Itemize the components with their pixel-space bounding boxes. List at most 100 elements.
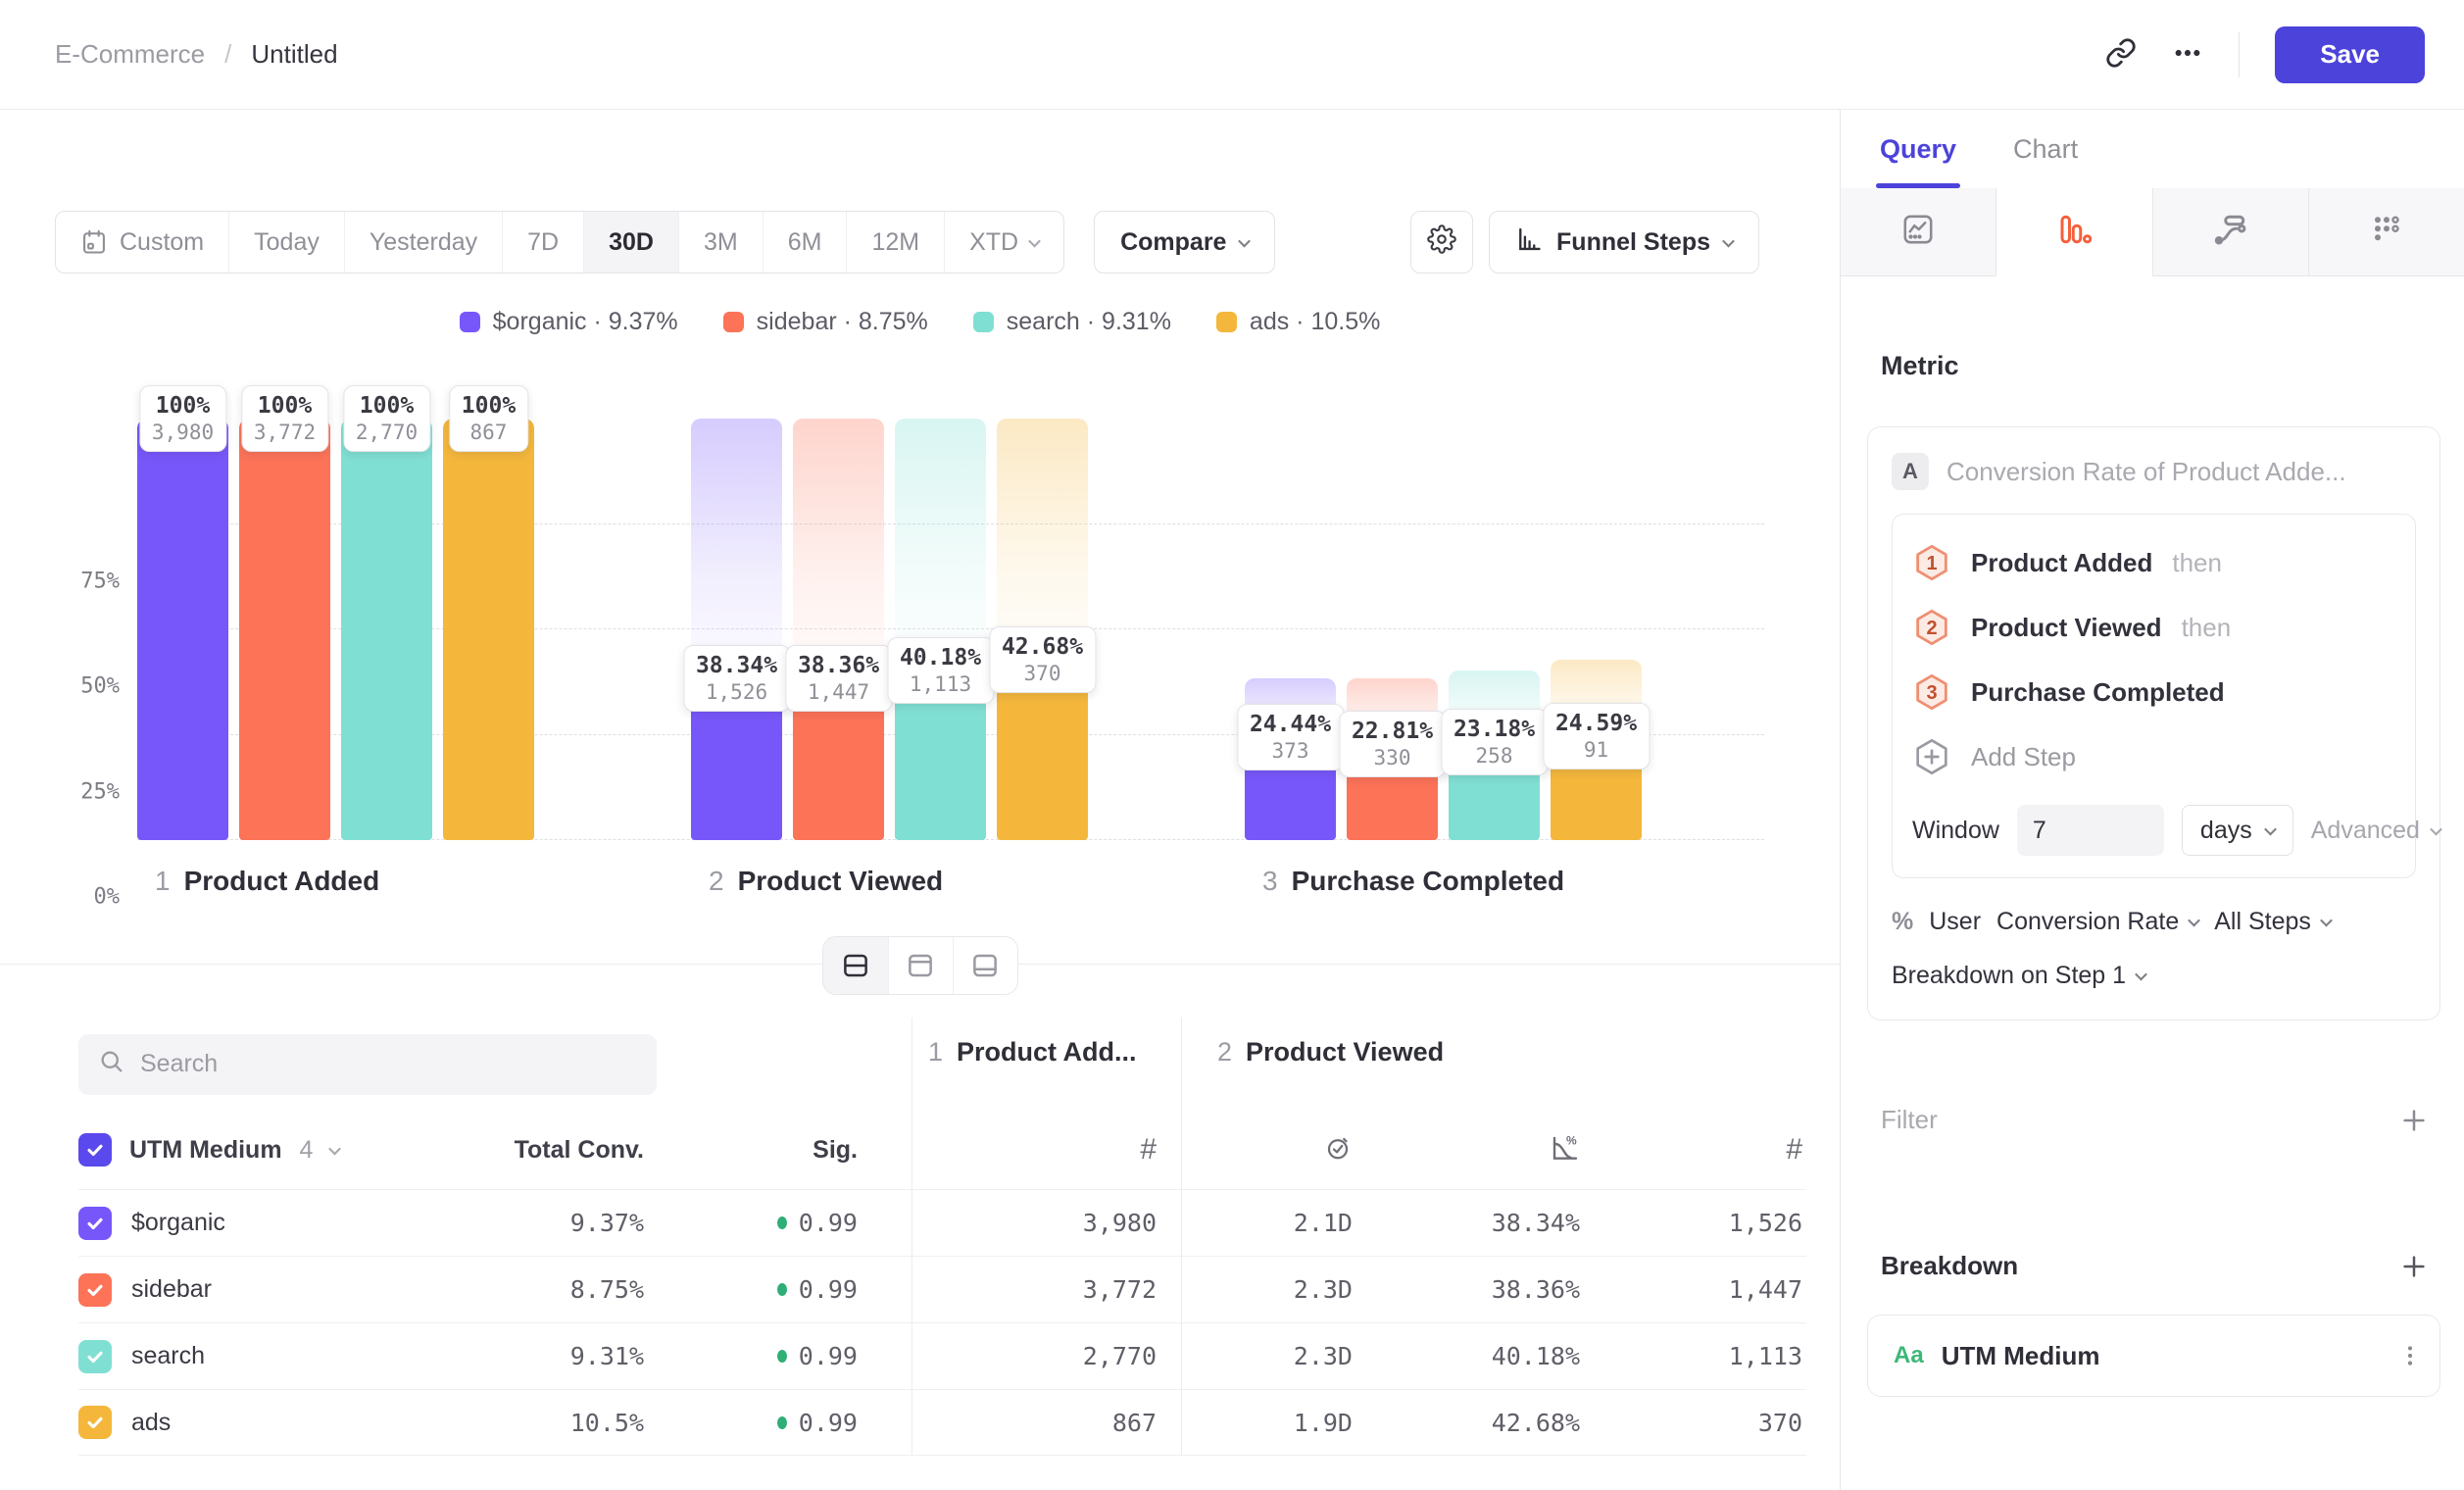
chart-settings-button[interactable] (1410, 211, 1473, 273)
date-range-3m[interactable]: 3M (678, 212, 763, 273)
window-unit-selector[interactable]: days (2182, 805, 2293, 856)
page-title[interactable]: Untitled (251, 39, 337, 70)
measurement-row: % User Conversion Rate All Steps (1892, 908, 2416, 936)
count-metric-icon[interactable]: # (1140, 1133, 1157, 1167)
table-row[interactable]: sidebar 8.75% 0.99 3,772 2.3D 38.36% 1,4… (78, 1256, 1806, 1322)
link-icon (2105, 37, 2137, 72)
date-range-custom[interactable]: Custom (56, 212, 228, 273)
bar-ads-step3[interactable]: 24.59%91 (1551, 419, 1642, 840)
measure-entity[interactable]: User (1929, 908, 1981, 936)
bar-$organic-step2[interactable]: 38.34%1,526 (691, 419, 782, 840)
compare-button[interactable]: Compare (1094, 211, 1275, 273)
bar-sidebar-step1[interactable]: 100%3,772 (239, 419, 330, 840)
window-value-input[interactable] (2017, 805, 2164, 856)
tab-query[interactable]: Query (1880, 110, 1956, 188)
more-menu-button[interactable] (2172, 37, 2203, 72)
tab-funnels[interactable] (1996, 188, 2151, 276)
step1-count: 3,980 (1083, 1209, 1157, 1237)
insights-icon (1900, 212, 1936, 252)
add-step-button[interactable]: Add Step (1912, 724, 2395, 789)
date-range-xtd[interactable]: XTD (944, 212, 1063, 273)
advanced-toggle[interactable]: Advanced (2311, 817, 2440, 845)
date-range-yesterday[interactable]: Yesterday (344, 212, 502, 273)
date-range-12m[interactable]: 12M (846, 212, 944, 273)
sig-header[interactable]: Sig. (813, 1136, 858, 1165)
bar-sidebar-step3[interactable]: 22.81%330 (1347, 419, 1438, 840)
table-row[interactable]: search 9.31% 0.99 2,770 2.3D 40.18% 1,11… (78, 1322, 1806, 1389)
bar-value-label: 42.68%370 (989, 626, 1096, 693)
breakdown-item-menu[interactable] (2396, 1342, 2424, 1369)
legend-item[interactable]: $organic · 9.37% (460, 308, 678, 336)
bar-$organic-step3[interactable]: 24.44%373 (1245, 419, 1336, 840)
add-breakdown-button[interactable] (2399, 1252, 2429, 1281)
y-axis-tick: 50% (59, 674, 120, 699)
svg-text:2: 2 (1926, 618, 1937, 639)
step-axis-label: 3Purchase Completed (1245, 866, 1642, 897)
date-range-today[interactable]: Today (228, 212, 344, 273)
table-row[interactable]: $organic 9.37% 0.99 3,980 2.1D 38.34% 1,… (78, 1189, 1806, 1256)
total-conv-value: 9.31% (570, 1342, 644, 1370)
chart-type-selector[interactable]: Funnel Steps (1489, 211, 1759, 273)
tab-retention[interactable] (2308, 188, 2464, 276)
view-chart-only-button[interactable] (888, 937, 953, 994)
query-step-row[interactable]: 1 Product Added then (1912, 530, 2395, 595)
avg-time-value: 2.1D (1294, 1209, 1353, 1237)
breakdown-column-header[interactable]: UTM Medium (129, 1136, 282, 1165)
step2-count: 370 (1758, 1409, 1802, 1437)
row-checkbox[interactable] (78, 1207, 112, 1240)
measure-metric-selector[interactable]: Conversion Rate (1996, 908, 2198, 936)
legend-item[interactable]: sidebar · 8.75% (723, 308, 928, 336)
breakdown-count: 4 (300, 1136, 314, 1165)
ellipsis-icon (2172, 37, 2203, 72)
step-number-hexagon: 2 (1912, 608, 1951, 647)
total-conv-header[interactable]: Total Conv. (515, 1136, 644, 1165)
select-all-checkbox[interactable] (78, 1133, 112, 1167)
date-range-7d[interactable]: 7D (502, 212, 583, 273)
copy-link-button[interactable] (2105, 37, 2137, 72)
bar-search-step3[interactable]: 23.18%258 (1449, 419, 1540, 840)
bar-ads-step1[interactable]: 100%867 (443, 419, 534, 840)
date-range-control: CustomTodayYesterday7D30D3M6M12MXTD (55, 211, 1064, 273)
top-bar: E-Commerce / Untitled Save (0, 0, 2464, 110)
bar-value-label: 100%3,772 (241, 385, 328, 452)
legend-item[interactable]: search · 9.31% (973, 308, 1171, 336)
tab-flows[interactable] (2152, 188, 2308, 276)
bar-sidebar-step2[interactable]: 38.36%1,447 (793, 419, 884, 840)
tab-chart[interactable]: Chart (2013, 110, 2078, 188)
bar-value-label: 38.34%1,526 (683, 645, 790, 712)
chevron-down-icon[interactable] (329, 1142, 342, 1155)
step-event-name: Purchase Completed (1971, 677, 2225, 708)
date-range-30d[interactable]: 30D (583, 212, 678, 273)
view-split-button[interactable] (823, 937, 888, 994)
metric-summary[interactable]: A Conversion Rate of Product Adde... (1892, 453, 2416, 490)
bar-search-step1[interactable]: 100%2,770 (341, 419, 432, 840)
conv-rate-metric-icon[interactable]: % (1549, 1132, 1580, 1168)
table-row[interactable]: ads 10.5% 0.99 867 1.9D 42.68% 370 (78, 1389, 1806, 1456)
tab-insights[interactable] (1841, 188, 1996, 276)
measure-scope-selector[interactable]: All Steps (2214, 908, 2331, 936)
ghost-bar (895, 419, 986, 670)
bar-$organic-step1[interactable]: 100%3,980 (137, 419, 228, 840)
save-button[interactable]: Save (2275, 26, 2425, 83)
query-step-row[interactable]: 3 Purchase Completed (1912, 660, 2395, 724)
add-filter-button[interactable] (2399, 1106, 2429, 1135)
bar-search-step2[interactable]: 40.18%1,113 (895, 419, 986, 840)
search-input[interactable] (140, 1050, 637, 1078)
funnel-chart-icon (1515, 225, 1543, 260)
view-table-only-button[interactable] (953, 937, 1017, 994)
breakdown-on-selector[interactable]: Breakdown on Step 1 (1892, 962, 2416, 990)
row-checkbox[interactable] (78, 1340, 112, 1373)
avg-time-metric-icon[interactable] (1323, 1133, 1353, 1167)
chart-toolbar: CustomTodayYesterday7D30D3M6M12MXTD Comp… (55, 211, 1759, 273)
bar-ads-step2[interactable]: 42.68%370 (997, 419, 1088, 840)
breadcrumb[interactable]: E-Commerce (55, 39, 205, 70)
query-step-row[interactable]: 2 Product Viewed then (1912, 595, 2395, 660)
date-range-6m[interactable]: 6M (763, 212, 847, 273)
row-checkbox[interactable] (78, 1273, 112, 1307)
breakdown-item[interactable]: Aa UTM Medium (1867, 1315, 2440, 1397)
row-checkbox[interactable] (78, 1406, 112, 1439)
count-metric-icon[interactable]: # (1786, 1133, 1802, 1167)
legend-item[interactable]: ads · 10.5% (1216, 308, 1380, 336)
query-panel: Query Chart Metric A Conversion Rate of … (1840, 110, 2464, 1490)
calendar-icon (80, 228, 108, 256)
